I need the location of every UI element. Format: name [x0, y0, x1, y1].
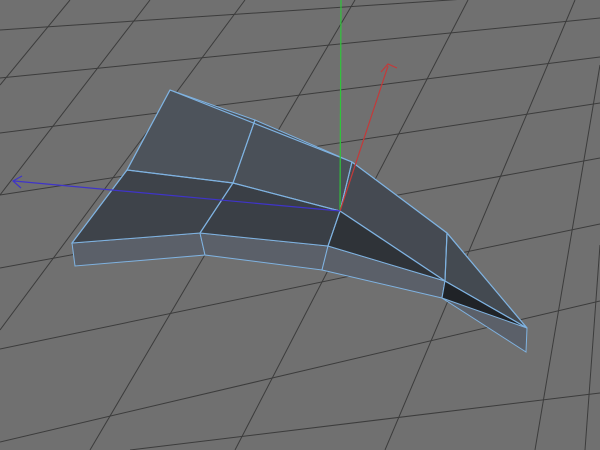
3d-viewport[interactable] — [0, 0, 600, 450]
mesh-top-faces — [70, 89, 528, 329]
mesh-face — [126, 89, 256, 184]
mesh-object[interactable] — [70, 89, 528, 353]
x-axis-arrow-icon[interactable] — [380, 63, 398, 73]
viewport-canvas[interactable] — [0, 0, 600, 450]
